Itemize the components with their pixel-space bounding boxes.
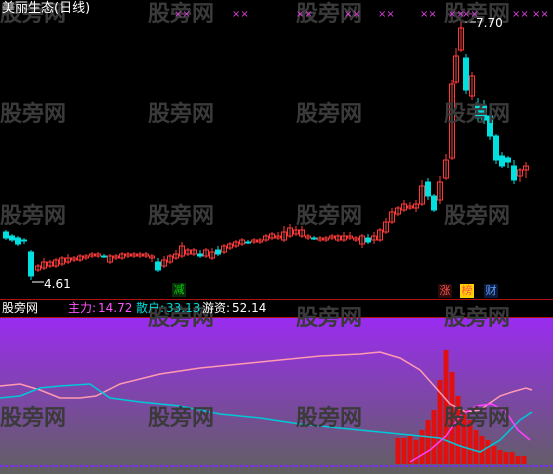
watermark: 股旁网 — [296, 306, 363, 331]
signal-marker: ×× — [532, 9, 549, 20]
candle-body — [28, 251, 34, 277]
candle-body — [463, 57, 469, 91]
main-force-bar — [485, 440, 491, 464]
candle-body — [311, 237, 317, 240]
main-force-bar — [521, 456, 527, 464]
candle-body — [155, 261, 161, 271]
signal-marker: ×× — [344, 9, 361, 20]
chart-title: 美丽生态(日线) — [2, 1, 91, 16]
main-force-bar — [509, 452, 515, 464]
candle-body — [21, 239, 27, 242]
high-price-label: 7.70 — [476, 16, 503, 30]
signal-marker: ×× — [378, 9, 395, 20]
candle-body — [511, 165, 517, 181]
signal-marker: ×× — [174, 9, 191, 20]
main-force-bar — [473, 430, 479, 464]
watermark: 股旁网 — [296, 102, 363, 127]
main-force-bar — [413, 440, 419, 464]
low-price-label: 4.61 — [44, 277, 71, 291]
candle-body — [15, 237, 21, 245]
main-force-label: 主力: — [68, 301, 97, 315]
signal-marker: ×× — [232, 9, 249, 20]
watermark: 股旁网 — [0, 204, 67, 229]
main-force-bar — [491, 446, 497, 464]
indicator-name: 股旁网 — [2, 301, 39, 315]
hot-money-value: 52.14 — [232, 301, 267, 315]
main-force-bar — [401, 438, 407, 464]
tag-finance[interactable]: 财 — [484, 284, 498, 298]
watermark: 股旁网 — [0, 102, 67, 127]
candle-body — [3, 231, 9, 239]
main-force-bar — [395, 438, 401, 464]
signal-marker: ×× — [512, 9, 529, 20]
watermark: 股旁网 — [444, 406, 511, 431]
watermark: 股旁网 — [444, 204, 511, 229]
watermark: 股旁网 — [148, 102, 215, 127]
candle-body — [365, 237, 371, 243]
candle-body — [493, 135, 499, 161]
candle-body — [197, 253, 203, 257]
main-force-bar — [497, 450, 503, 464]
watermark: 股旁网 — [296, 204, 363, 229]
main-force-bar — [515, 456, 521, 464]
candle-body — [505, 157, 511, 163]
main-force-value: 14.72 — [98, 301, 133, 315]
watermark: 股旁网 — [148, 204, 215, 229]
watermark: 股旁网 — [444, 306, 511, 331]
retail-label: 散户: — [136, 301, 165, 315]
watermark: 股旁网 — [148, 406, 215, 431]
hot-money-label: 游资: — [202, 301, 231, 315]
tag-reduce[interactable]: 减 — [172, 283, 186, 297]
main-force-bar — [503, 452, 509, 464]
main-force-bar — [419, 430, 425, 464]
candlestick-series — [3, 20, 529, 283]
tag-list[interactable]: 榜 — [460, 284, 474, 298]
candle-body — [425, 181, 431, 197]
candle-body — [499, 155, 505, 167]
candle-body — [9, 235, 15, 241]
signal-marker: ×× — [296, 9, 313, 20]
candle-body — [245, 241, 251, 244]
watermark: 股旁网 — [444, 102, 511, 127]
watermark: 股旁网 — [0, 406, 67, 431]
candle-body — [101, 255, 107, 258]
retail-value: 33.13 — [166, 301, 201, 315]
signal-marker: ×× — [420, 9, 437, 20]
candle-body — [215, 249, 221, 255]
candle-body — [431, 195, 437, 211]
tag-rise[interactable]: 涨 — [438, 284, 452, 298]
main-force-bar — [425, 420, 431, 464]
main-force-bar — [407, 436, 413, 464]
watermark: 股旁网 — [296, 406, 363, 431]
kline-chart[interactable] — [0, 0, 553, 474]
